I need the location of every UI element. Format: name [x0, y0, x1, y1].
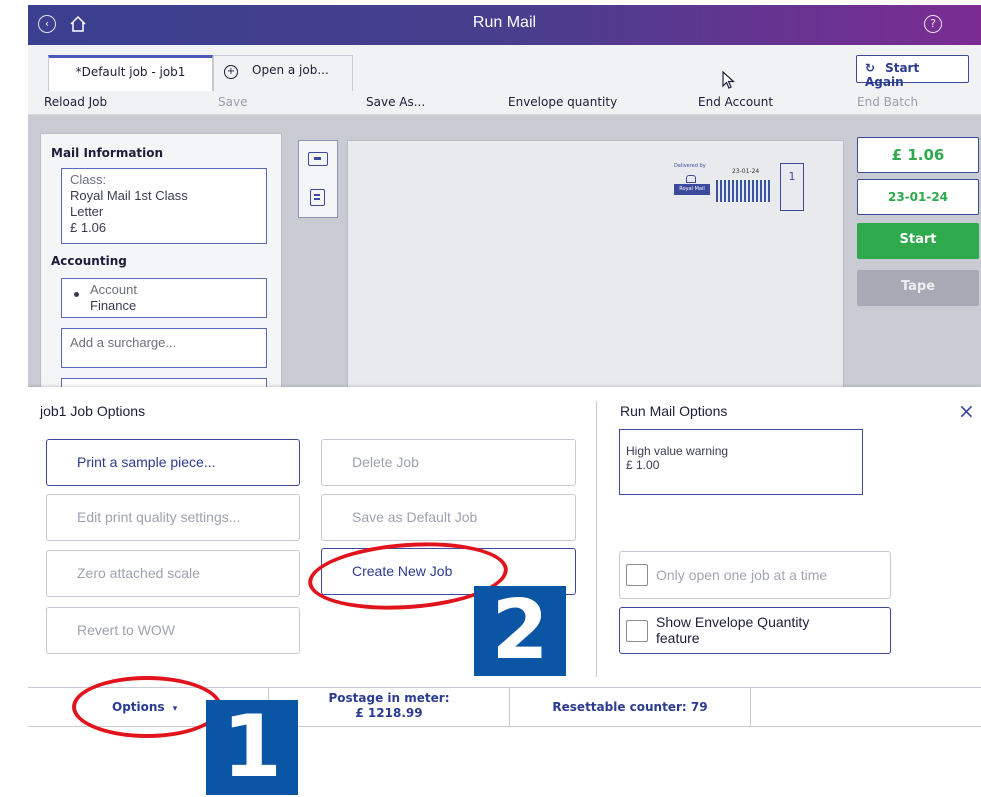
- class-value: Royal Mail 1st Class: [70, 188, 188, 203]
- tab-label: *Default job - job1: [75, 65, 186, 79]
- page-title: Run Mail: [472, 14, 537, 31]
- postage-amount-button[interactable]: £ 1.06: [857, 137, 979, 173]
- postage-in-meter: Postage in meter: £ 1218.99: [269, 691, 509, 721]
- postage-meter-value: £ 1218.99: [355, 706, 423, 720]
- edit-print-quality-label: Edit print quality settings...: [77, 509, 241, 525]
- list-view-icon[interactable]: [310, 189, 325, 206]
- job-menu-bar: Reload Job Save Save As... Envelope quan…: [28, 91, 981, 115]
- save-default-job-button: Save as Default Job: [321, 494, 576, 541]
- start-button[interactable]: Start: [857, 223, 979, 259]
- save-default-label: Save as Default Job: [352, 509, 478, 525]
- status-divider: [750, 688, 751, 727]
- delete-job-label: Delete Job: [352, 454, 419, 470]
- brand-text: Royal Mail: [679, 186, 705, 192]
- revert-wow-button: Revert to WOW: [46, 607, 300, 654]
- help-icon[interactable]: ?: [924, 15, 942, 33]
- mouse-cursor-icon: [722, 70, 736, 89]
- postage-indicia: Delivered by 23-01-24 Royal Mail 1: [674, 163, 810, 213]
- date-button[interactable]: 23-01-24: [857, 179, 979, 215]
- reload-job-menu[interactable]: Reload Job: [44, 95, 107, 109]
- account-label: Account: [90, 282, 137, 297]
- tab-bar: *Default job - job1 + Open a job... ↻ Star…: [28, 45, 981, 91]
- bullet-icon: [74, 292, 79, 297]
- tape-label: Tape: [900, 279, 936, 294]
- surcharge-field[interactable]: Add a surcharge...: [61, 328, 267, 368]
- show-envelope-label-line2: feature: [656, 630, 700, 646]
- show-envelope-label-line1: Show Envelope Quantity: [656, 614, 810, 630]
- add-circle-icon: +: [224, 65, 238, 79]
- one-job-label: Only open one job at a time: [656, 567, 828, 583]
- print-sample-button[interactable]: Print a sample piece...: [46, 439, 300, 486]
- date-value: 23-01-24: [887, 190, 949, 204]
- start-again-button[interactable]: ↻ Start Again: [856, 55, 969, 89]
- class-label: Class:: [70, 172, 107, 187]
- annotation-ring-options: [72, 676, 222, 738]
- tab-label: Open a job...: [252, 63, 329, 77]
- accounting-heading: Accounting: [51, 254, 127, 268]
- view-toggle-group: [298, 140, 338, 218]
- royal-mail-logo: Royal Mail: [674, 184, 710, 195]
- high-value-label: High value warning: [626, 444, 729, 458]
- envelope-view-icon[interactable]: [308, 152, 328, 166]
- postage-amount: £ 1.06: [891, 146, 945, 164]
- show-envelope-qty-toggle[interactable]: Show Envelope Quantity feature: [619, 607, 891, 654]
- start-label: Start: [899, 232, 937, 247]
- revert-wow-label: Revert to WOW: [77, 622, 176, 638]
- delivered-by-text: Delivered by: [674, 163, 706, 169]
- show-envelope-label: Show Envelope Quantity feature: [656, 614, 809, 646]
- datamatrix-barcode: [716, 180, 772, 202]
- end-account-menu[interactable]: End Account: [698, 95, 773, 109]
- save-menu: Save: [218, 95, 248, 109]
- main-area: Mail Information Class: Royal Mail 1st C…: [28, 115, 981, 423]
- one-job-checkbox[interactable]: [626, 564, 648, 586]
- show-envelope-checkbox[interactable]: [626, 620, 648, 642]
- item-count-box: 1: [780, 163, 804, 211]
- crown-icon: [686, 175, 696, 183]
- end-batch-menu: End Batch: [857, 95, 919, 109]
- step-2-marker: 2: [474, 586, 566, 676]
- item-count: 1: [788, 170, 796, 183]
- refresh-icon: ↻: [865, 61, 876, 75]
- close-icon[interactable]: ×: [958, 401, 975, 421]
- edit-print-quality-button: Edit print quality settings...: [46, 494, 300, 541]
- delete-job-button: Delete Job: [321, 439, 576, 486]
- zero-scale-button: Zero attached scale: [46, 550, 300, 597]
- title-bar: ‹ Run Mail ?: [28, 5, 981, 45]
- tab-open-job[interactable]: + Open a job...: [213, 55, 353, 91]
- tape-button[interactable]: Tape: [857, 270, 979, 306]
- job-options-title: job1 Job Options: [40, 403, 146, 419]
- step-1-marker: 1: [206, 700, 298, 795]
- mail-information-heading: Mail Information: [51, 146, 164, 160]
- high-value-amount: £ 1.00: [626, 458, 660, 472]
- account-field[interactable]: Account Finance: [61, 278, 267, 318]
- run-mail-options-title: Run Mail Options: [620, 403, 728, 419]
- high-value-warning-field[interactable]: High value warning £ 1.00: [619, 429, 863, 495]
- class-field[interactable]: Class: Royal Mail 1st Class Letter £ 1.0…: [61, 168, 267, 244]
- surcharge-placeholder: Add a surcharge...: [70, 335, 177, 350]
- mail-information-panel: Mail Information Class: Royal Mail 1st C…: [40, 133, 282, 423]
- stamp-date: 23-01-24: [732, 168, 760, 175]
- zero-scale-label: Zero attached scale: [77, 565, 200, 581]
- postage-meter-label: Postage in meter:: [328, 691, 450, 705]
- envelope-preview: Delivered by 23-01-24 Royal Mail 1: [347, 140, 844, 390]
- resettable-counter: Resettable counter: 79: [552, 700, 708, 714]
- sheet-divider: [596, 401, 597, 677]
- tab-default-job[interactable]: *Default job - job1: [48, 55, 213, 91]
- class-type: Letter: [70, 204, 104, 219]
- print-sample-label: Print a sample piece...: [77, 454, 216, 470]
- class-price: £ 1.06: [70, 220, 107, 235]
- save-as-menu[interactable]: Save As...: [366, 95, 425, 109]
- one-job-toggle[interactable]: Only open one job at a time: [619, 551, 891, 599]
- envelope-quantity-menu[interactable]: Envelope quantity: [508, 95, 617, 109]
- account-value: Finance: [90, 298, 137, 313]
